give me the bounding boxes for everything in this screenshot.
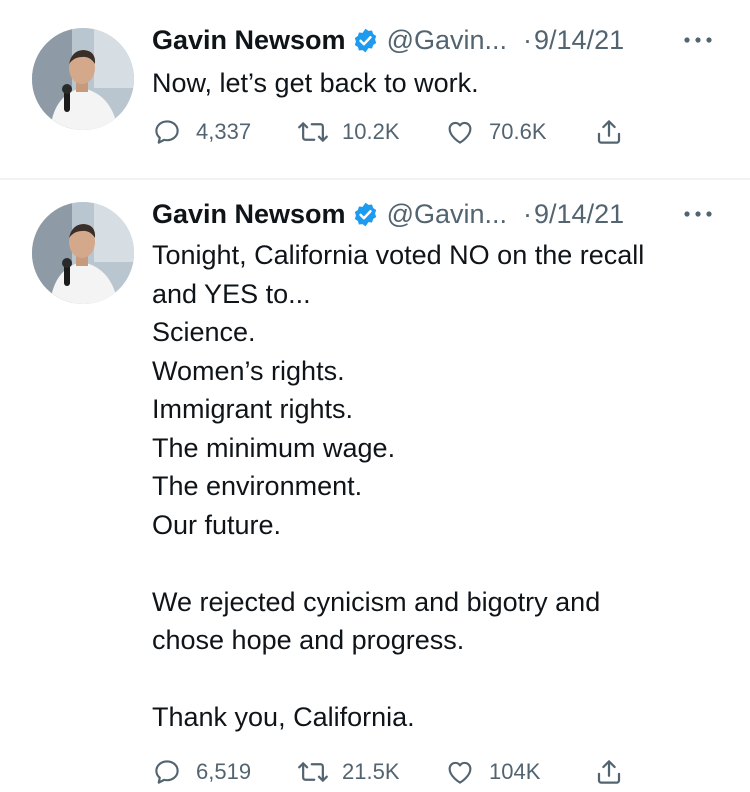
- tweet-text: Tonight, California voted NO on the reca…: [152, 236, 727, 737]
- tweet-text-line: Thank you, California.: [152, 702, 415, 732]
- reply-bubble-icon: [150, 755, 184, 789]
- retweet-count: 21.5K: [342, 759, 400, 784]
- verified-badge-icon: [352, 27, 379, 54]
- share-upload-icon: [592, 115, 626, 149]
- retweet-button[interactable]: 21.5K: [296, 752, 400, 792]
- retweet-button[interactable]: 10.2K: [296, 112, 400, 152]
- tweet-header: Gavin Newsom @Gavin... · 9/14/21: [152, 22, 624, 58]
- reply-button[interactable]: 6,519: [150, 752, 251, 792]
- like-count: 104K: [489, 759, 541, 784]
- like-button[interactable]: 70.6K: [443, 112, 547, 152]
- reply-count: 4,337: [196, 119, 252, 144]
- tweet-text-line: We rejected cynicism and bigotry and: [152, 586, 601, 617]
- tweet-text-line: Women’s rights.: [152, 355, 345, 386]
- tweet-text-line: Now, let’s get back to work.: [152, 68, 479, 98]
- retweet-arrows-icon: [296, 755, 330, 789]
- tweet-date[interactable]: 9/14/21: [534, 199, 624, 230]
- tweet-text-line: The minimum wage.: [152, 432, 396, 463]
- author-name[interactable]: Gavin Newsom: [152, 199, 346, 230]
- reply-bubble-icon: [150, 115, 184, 149]
- tweet-text-line: Our future.: [152, 509, 282, 540]
- tweet-date[interactable]: 9/14/21: [534, 25, 624, 56]
- tweet-text-line: Immigrant rights.: [152, 394, 354, 424]
- reply-button[interactable]: 4,337: [150, 112, 251, 152]
- share-upload-icon: [592, 755, 626, 789]
- tweet-text-line: Science.: [152, 317, 256, 347]
- tweet-text-line: chose hope and progress.: [152, 625, 465, 655]
- share-button[interactable]: [592, 112, 626, 152]
- avatar[interactable]: [32, 202, 134, 304]
- tweet-text-line: and YES to...: [152, 278, 311, 309]
- heart-icon: [443, 115, 477, 149]
- retweet-count: 10.2K: [342, 119, 400, 144]
- tweet[interactable]: Gavin Newsom @Gavin... · 9/14/21 Now, le…: [0, 0, 750, 178]
- tweet[interactable]: Gavin Newsom @Gavin... · 9/14/21 Tonight…: [0, 180, 750, 789]
- tweet-actions: 6,519 21.5K 104K: [150, 752, 640, 792]
- like-count: 70.6K: [489, 119, 547, 144]
- share-button[interactable]: [592, 752, 626, 792]
- more-dots-icon[interactable]: [680, 22, 716, 58]
- tweet-text-line: [152, 544, 727, 583]
- author-handle[interactable]: @Gavin...: [387, 25, 507, 56]
- more-dots-icon[interactable]: [680, 196, 716, 232]
- tweet-text-line: Tonight, California voted NO on the reca…: [152, 240, 645, 270]
- like-button[interactable]: 104K: [443, 752, 540, 792]
- retweet-arrows-icon: [296, 115, 330, 149]
- author-handle[interactable]: @Gavin...: [387, 199, 507, 230]
- avatar[interactable]: [32, 28, 134, 130]
- separator-dot: ·: [523, 198, 533, 229]
- tweet-header: Gavin Newsom @Gavin... · 9/14/21: [152, 196, 624, 232]
- tweet-actions: 4,337 10.2K 70.6K: [150, 112, 640, 152]
- tweet-text: Now, let’s get back to work.: [152, 64, 727, 103]
- tweet-text-line: [152, 660, 727, 699]
- author-name[interactable]: Gavin Newsom: [152, 25, 346, 56]
- tweet-text-line: The environment.: [152, 471, 363, 501]
- heart-icon: [443, 755, 477, 789]
- reply-count: 6,519: [196, 759, 252, 784]
- verified-badge-icon: [352, 201, 379, 228]
- separator-dot: ·: [523, 24, 533, 55]
